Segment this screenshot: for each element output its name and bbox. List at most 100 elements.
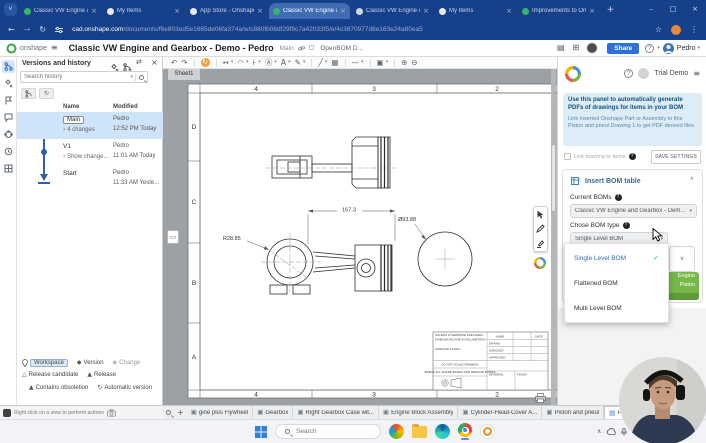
- camera-icon[interactable]: [107, 408, 116, 417]
- compare-versions-button[interactable]: ⇄: [136, 59, 142, 66]
- caret-down-icon[interactable]: ▾: [361, 60, 364, 65]
- browser-tab[interactable]: My Items ×: [103, 3, 184, 19]
- browser-tab[interactable]: Improvements to Onsha ×: [518, 3, 599, 19]
- add-tab-button[interactable]: +: [177, 408, 184, 417]
- balloon-tool-button[interactable]: Ⓐ: [265, 59, 273, 67]
- tab-close-icon[interactable]: ×: [340, 7, 346, 15]
- tab-close-icon[interactable]: ×: [91, 7, 97, 15]
- show-changes-link[interactable]: Show change...: [67, 154, 108, 160]
- sheet-tab[interactable]: Sheet1: [168, 69, 200, 80]
- zoom-in-button[interactable]: ⊕: [401, 59, 407, 67]
- browser-tab[interactable]: Classic VW Engine and G ×: [352, 3, 433, 19]
- sheet-panel-button[interactable]: ▭: [167, 230, 179, 244]
- collapse-icon[interactable]: ∧: [690, 176, 694, 182]
- release-icon[interactable]: [2, 94, 15, 107]
- caret-down-icon[interactable]: ▾: [258, 60, 261, 65]
- sheet-button[interactable]: ▣: [377, 59, 384, 67]
- bookmark-star-icon[interactable]: ☆: [655, 25, 662, 34]
- open-doc-link[interactable]: OpenBOM D...: [320, 45, 363, 52]
- table-tool-button[interactable]: ▦: [331, 59, 338, 67]
- line-style-button[interactable]: —: [352, 59, 360, 67]
- help-badge-icon[interactable]: ?: [628, 153, 636, 160]
- site-settings-icon[interactable]: [55, 26, 64, 34]
- caret-down-icon[interactable]: ▾: [231, 60, 234, 65]
- tab-close-icon[interactable]: ×: [589, 7, 595, 15]
- openbom-app-icon[interactable]: [480, 424, 495, 439]
- window-minimize-button[interactable]: –: [640, 0, 662, 19]
- openbom-logo-icon[interactable]: [534, 257, 546, 269]
- globe-icon[interactable]: [587, 43, 598, 53]
- hamburger-menu-icon[interactable]: ≡: [51, 44, 58, 52]
- browser-tab[interactable]: My Items ×: [435, 3, 516, 19]
- save-settings-button[interactable]: SAVE SETTINGS: [651, 150, 701, 164]
- openbom-menu-icon[interactable]: ≡: [693, 69, 700, 78]
- update-button[interactable]: ↻: [200, 58, 210, 67]
- expander-icon[interactable]: ›: [63, 126, 65, 133]
- notes-icon[interactable]: ▤: [557, 44, 565, 52]
- bom-type-option[interactable]: Flattened BOM ✓: [565, 271, 668, 296]
- help-badge-icon[interactable]: ?: [622, 222, 630, 229]
- caret-down-icon[interactable]: ▾: [325, 60, 328, 65]
- changes-link[interactable]: 4 changes: [67, 127, 95, 133]
- ordinate-tool-button[interactable]: ⊦: [252, 59, 256, 67]
- highlighter-tool-icon[interactable]: [536, 239, 545, 249]
- arc-tool-button[interactable]: ◠: [237, 59, 244, 67]
- link-icon[interactable]: [297, 45, 305, 52]
- dimension-tool-button[interactable]: ↔: [223, 59, 229, 67]
- browser-tab[interactable]: Classic VW Engine and G ×: [20, 3, 101, 19]
- back-button[interactable]: ←: [8, 25, 15, 34]
- version-search-input[interactable]: [21, 74, 131, 80]
- bom-type-option[interactable]: Multi Level BOM ✓: [565, 296, 668, 321]
- pen-tool-icon[interactable]: [536, 224, 545, 234]
- line-tool-button[interactable]: ╱: [318, 59, 323, 67]
- help-badge-icon[interactable]: ?: [614, 194, 622, 201]
- comment-icon[interactable]: [2, 111, 15, 124]
- document-tab[interactable]: ▣ Right Gearbox Case wit...: [293, 405, 379, 420]
- workspace-badge[interactable]: Main: [63, 116, 85, 124]
- start-button[interactable]: [255, 425, 267, 438]
- panel-close-button[interactable]: ×: [151, 59, 158, 67]
- window-close-button[interactable]: ×: [684, 0, 706, 19]
- history-icon[interactable]: [2, 145, 15, 158]
- version-row-main[interactable]: Main › 4 changes Pedro 12:52 PM Today: [17, 112, 163, 139]
- window-maximize-button[interactable]: □: [662, 0, 684, 19]
- tab-close-icon[interactable]: ×: [423, 7, 429, 15]
- taskbar-search[interactable]: Search: [275, 424, 381, 439]
- properties-icon[interactable]: [2, 162, 15, 175]
- bom-options-mini-select[interactable]: ∨: [669, 246, 695, 272]
- caret-down-icon[interactable]: ▾: [303, 60, 306, 65]
- mic-icon[interactable]: [621, 427, 628, 436]
- new-tab-button[interactable]: +: [604, 4, 617, 17]
- browser-tab[interactable]: Classic VW Engine and G ×: [269, 3, 350, 19]
- branch-label[interactable]: Main: [280, 45, 294, 52]
- search-icon[interactable]: [139, 74, 144, 80]
- tab-close-icon[interactable]: ×: [174, 7, 180, 15]
- text-tool-button[interactable]: A: [281, 59, 286, 67]
- url-text[interactable]: cad.onshape.com/documents/f6e803ed5e1665…: [72, 26, 646, 33]
- forward-button[interactable]: →: [24, 25, 31, 34]
- version-row-start[interactable]: Start Pedro 11:33 AM Yeste...: [17, 166, 163, 193]
- caret-down-icon[interactable]: ▾: [246, 60, 249, 65]
- apps-icon[interactable]: ⊞: [573, 44, 580, 52]
- create-version-icon[interactable]: [2, 77, 15, 90]
- caret-down-icon[interactable]: ▾: [274, 60, 277, 65]
- cloud-icon[interactable]: [606, 428, 617, 435]
- zoom-out-button[interactable]: ⊖: [411, 59, 417, 67]
- tray-expand-icon[interactable]: ∧: [597, 428, 601, 435]
- document-tab[interactable]: ▣ gine plus Flywheel: [187, 405, 254, 420]
- browser-profile-avatar[interactable]: [671, 24, 681, 35]
- caret-down-icon[interactable]: ▾: [288, 60, 291, 65]
- document-tab[interactable]: ▣ Engine Block Assembly: [379, 405, 459, 420]
- print-icon[interactable]: [535, 393, 546, 403]
- openbom-help-icon[interactable]: ?: [624, 69, 634, 78]
- browser-menu-icon[interactable]: ⋮: [690, 25, 698, 34]
- tab-close-icon[interactable]: ×: [506, 7, 512, 15]
- tab-search-icon[interactable]: [166, 410, 171, 415]
- dimension-diameter-text[interactable]: Ø93.88: [398, 217, 416, 223]
- edge-icon[interactable]: [435, 424, 450, 439]
- user-avatar[interactable]: [662, 42, 674, 54]
- browser-tab[interactable]: App Store - Onshape ×: [186, 3, 267, 19]
- help-button[interactable]: ?: [645, 43, 655, 53]
- file-explorer-icon[interactable]: [412, 423, 427, 438]
- dimension-radius-text[interactable]: R28.85: [223, 236, 241, 242]
